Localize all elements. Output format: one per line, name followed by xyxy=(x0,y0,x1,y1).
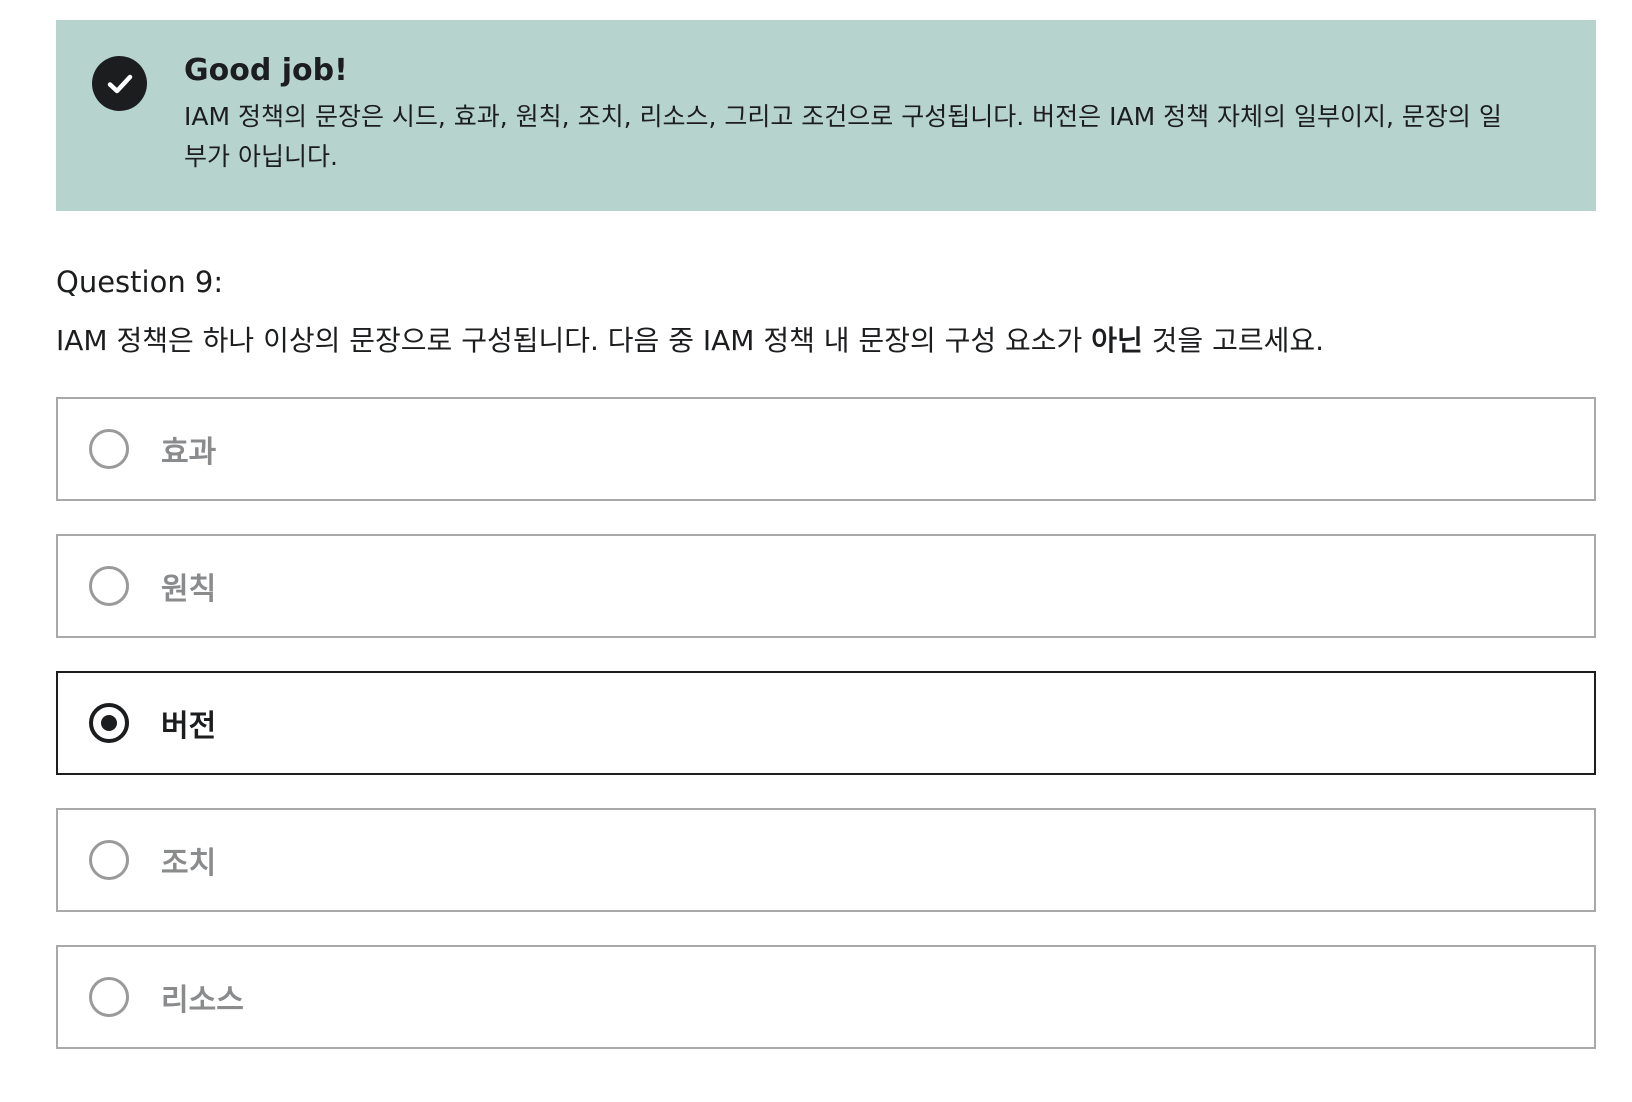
radio-button-icon[interactable] xyxy=(89,566,129,606)
question-text-start: IAM 정책은 하나 이상의 문장으로 구성됩니다. 다음 중 IAM 정책 내… xyxy=(56,324,1092,357)
radio-button-icon[interactable] xyxy=(89,703,129,743)
answer-option[interactable]: 원칙 xyxy=(56,534,1596,638)
answer-options: 효과 원칙 버전 조치 리소스 xyxy=(56,397,1596,1082)
answer-option[interactable]: 리소스 xyxy=(56,945,1596,1049)
question-number: Question 9: xyxy=(56,265,224,299)
radio-button-icon[interactable] xyxy=(89,429,129,469)
answer-option-label: 조치 xyxy=(161,846,217,881)
feedback-title: Good job! xyxy=(184,53,348,88)
feedback-explanation: IAM 정책의 문장은 시드, 효과, 원칙, 조치, 리소스, 그리고 조건으… xyxy=(184,102,1502,171)
answer-option[interactable]: 버전 xyxy=(56,671,1596,775)
check-circle-icon xyxy=(92,56,147,111)
answer-option[interactable]: 조치 xyxy=(56,808,1596,912)
answer-option-label: 버전 xyxy=(161,709,217,744)
question-text: IAM 정책은 하나 이상의 문장으로 구성됩니다. 다음 중 IAM 정책 내… xyxy=(56,321,1324,361)
answer-option-label: 효과 xyxy=(161,435,217,470)
answer-option[interactable]: 효과 xyxy=(56,397,1596,501)
feedback-banner: Good job! IAM 정책의 문장은 시드, 효과, 원칙, 조치, 리소… xyxy=(56,20,1596,211)
answer-option-label: 원칙 xyxy=(161,572,217,607)
radio-dot xyxy=(101,715,117,731)
radio-button-icon[interactable] xyxy=(89,977,129,1017)
radio-button-icon[interactable] xyxy=(89,840,129,880)
question-text-emphasis: 아닌 xyxy=(1091,324,1143,357)
question-text-end: 것을 고르세요. xyxy=(1142,324,1325,357)
answer-option-label: 리소스 xyxy=(161,983,244,1018)
